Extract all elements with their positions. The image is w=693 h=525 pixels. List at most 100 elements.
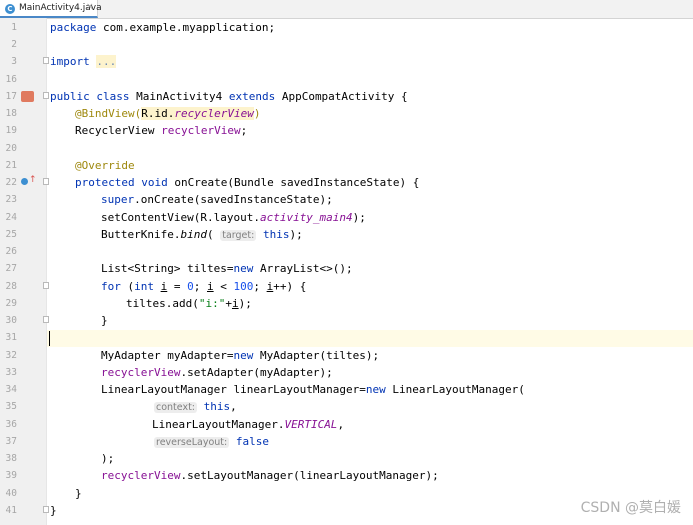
code-editor[interactable]: package com.example.myapplication; impor… [50, 18, 693, 525]
line-number: 29 [5, 298, 17, 309]
line-number: 28 [5, 281, 17, 292]
code-text: ); [101, 452, 115, 465]
arrow-up-icon[interactable]: ↑ [29, 175, 37, 185]
fold-marker-icon[interactable] [43, 316, 49, 323]
parameter-hint: context: [154, 402, 198, 413]
keyword: new [365, 383, 386, 396]
code-text: ); [238, 297, 252, 310]
code-text: , [230, 400, 237, 413]
keyword: extends [228, 90, 276, 103]
code-line: ButterKnife.bind( target: this); [101, 226, 303, 243]
code-text: tiltes.add( [126, 297, 199, 310]
code-line: LinearLayoutManager.VERTICAL, [152, 416, 344, 433]
code-text: ); [289, 228, 303, 241]
line-number: 1 [11, 22, 17, 33]
code-text: ArrayList<>(); [253, 262, 353, 275]
code-text: ( [206, 228, 214, 241]
code-line: MyAdapter myAdapter=new MyAdapter(tiltes… [101, 347, 379, 364]
code-line: recyclerView.setAdapter(myAdapter); [101, 364, 333, 381]
override-method-icon[interactable] [21, 178, 28, 185]
code-text: List<String> tiltes= [101, 262, 234, 275]
line-number: 3 [11, 56, 17, 67]
code-text: AppCompatActivity { [275, 90, 408, 103]
annotation-argument: R.id.recyclerView [141, 107, 254, 120]
field-reference: recyclerView [101, 366, 181, 379]
android-activity-icon[interactable] [21, 91, 34, 102]
code-line: } [50, 502, 57, 519]
keyword: super [101, 193, 135, 206]
code-line: super.onCreate(savedInstanceState); [101, 191, 333, 208]
annotation: ) [253, 107, 261, 120]
line-number: 35 [5, 401, 17, 412]
loop-variable: i [231, 297, 239, 310]
line-number: 26 [5, 246, 17, 257]
keyword: protected [75, 176, 135, 189]
annotation: @Override [75, 159, 135, 172]
keyword: class [96, 90, 130, 103]
line-number: 23 [5, 194, 17, 205]
line-number: 21 [5, 160, 17, 171]
code-text: MyAdapter(tiltes); [253, 349, 380, 362]
code-text: } [75, 487, 82, 500]
parameter-hint: reverseLayout: [154, 437, 230, 448]
fold-marker-icon[interactable] [43, 178, 49, 185]
line-number-gutter[interactable]: 1 2 3 16 17 18 19 20 21 22 23 24 25 26 2… [0, 18, 49, 525]
code-text: = [167, 280, 188, 293]
line-number: 17 [5, 91, 17, 102]
watermark: CSDN @莫白媛 [580, 500, 681, 516]
code-line: context: this, [154, 398, 237, 415]
keyword: package [50, 21, 97, 34]
folded-imports[interactable]: ... [96, 55, 117, 68]
editor-tab-bar: C MainActivity4.java × [0, 0, 693, 19]
fold-marker-icon[interactable] [43, 92, 49, 99]
code-line: recyclerView.setLayoutManager(linearLayo… [101, 467, 439, 484]
keyword: public [50, 90, 90, 103]
code-text: onCreate(Bundle savedInstanceState) { [167, 176, 420, 189]
line-number: 18 [5, 108, 17, 119]
code-text: } [101, 314, 108, 327]
code-text: setContentView(R.layout. [101, 211, 260, 224]
code-text: LinearLayoutManager. [152, 418, 285, 431]
code-text: MyAdapter myAdapter= [101, 349, 234, 362]
line-number: 31 [5, 332, 17, 343]
code-line: protected void onCreate(Bundle savedInst… [75, 174, 419, 191]
code-line: RecyclerView recyclerView; [75, 122, 247, 139]
field-reference: recyclerView [161, 124, 241, 137]
field-reference: VERTICAL [284, 418, 338, 431]
code-text: com.example.myapplication; [96, 21, 276, 34]
close-icon[interactable]: × [86, 2, 94, 12]
fold-marker-icon[interactable] [43, 282, 49, 289]
keyword: void [141, 176, 168, 189]
code-line: reverseLayout: false [154, 433, 269, 450]
code-text: ++) { [273, 280, 307, 293]
code-text: } [50, 504, 57, 517]
code-text: .setAdapter(myAdapter); [180, 366, 333, 379]
line-number: 27 [5, 263, 17, 274]
line-number: 20 [5, 143, 17, 154]
code-text: , [337, 418, 345, 431]
code-text: ); [352, 211, 366, 224]
fold-marker-icon[interactable] [43, 57, 49, 64]
loop-variable: i [207, 280, 214, 293]
code-line: package com.example.myapplication; [50, 19, 275, 36]
code-line: for (int i = 0; i < 100; i++) { [101, 278, 306, 295]
line-number: 40 [5, 488, 17, 499]
keyword: this [203, 400, 231, 413]
line-number: 38 [5, 453, 17, 464]
code-text: R.id. [141, 107, 175, 120]
code-text: < [213, 280, 234, 293]
field-reference: activity_main4 [259, 211, 353, 224]
line-number: 2 [11, 39, 17, 50]
tab-mainactivity4[interactable]: C MainActivity4.java × [0, 0, 102, 18]
code-line: @Override [75, 157, 135, 174]
code-line: LinearLayoutManager linearLayoutManager=… [101, 381, 525, 398]
string-literal: "i:" [198, 297, 226, 310]
line-number: 33 [5, 367, 17, 378]
fold-marker-icon[interactable] [43, 506, 49, 513]
code-text: LinearLayoutManager( [385, 383, 525, 396]
code-line: public class MainActivity4 extends AppCo… [50, 88, 408, 105]
code-text: .onCreate(savedInstanceState); [134, 193, 333, 206]
annotation: @BindView( [75, 107, 142, 120]
line-number: 22 [5, 177, 17, 188]
line-number: 16 [5, 74, 17, 85]
